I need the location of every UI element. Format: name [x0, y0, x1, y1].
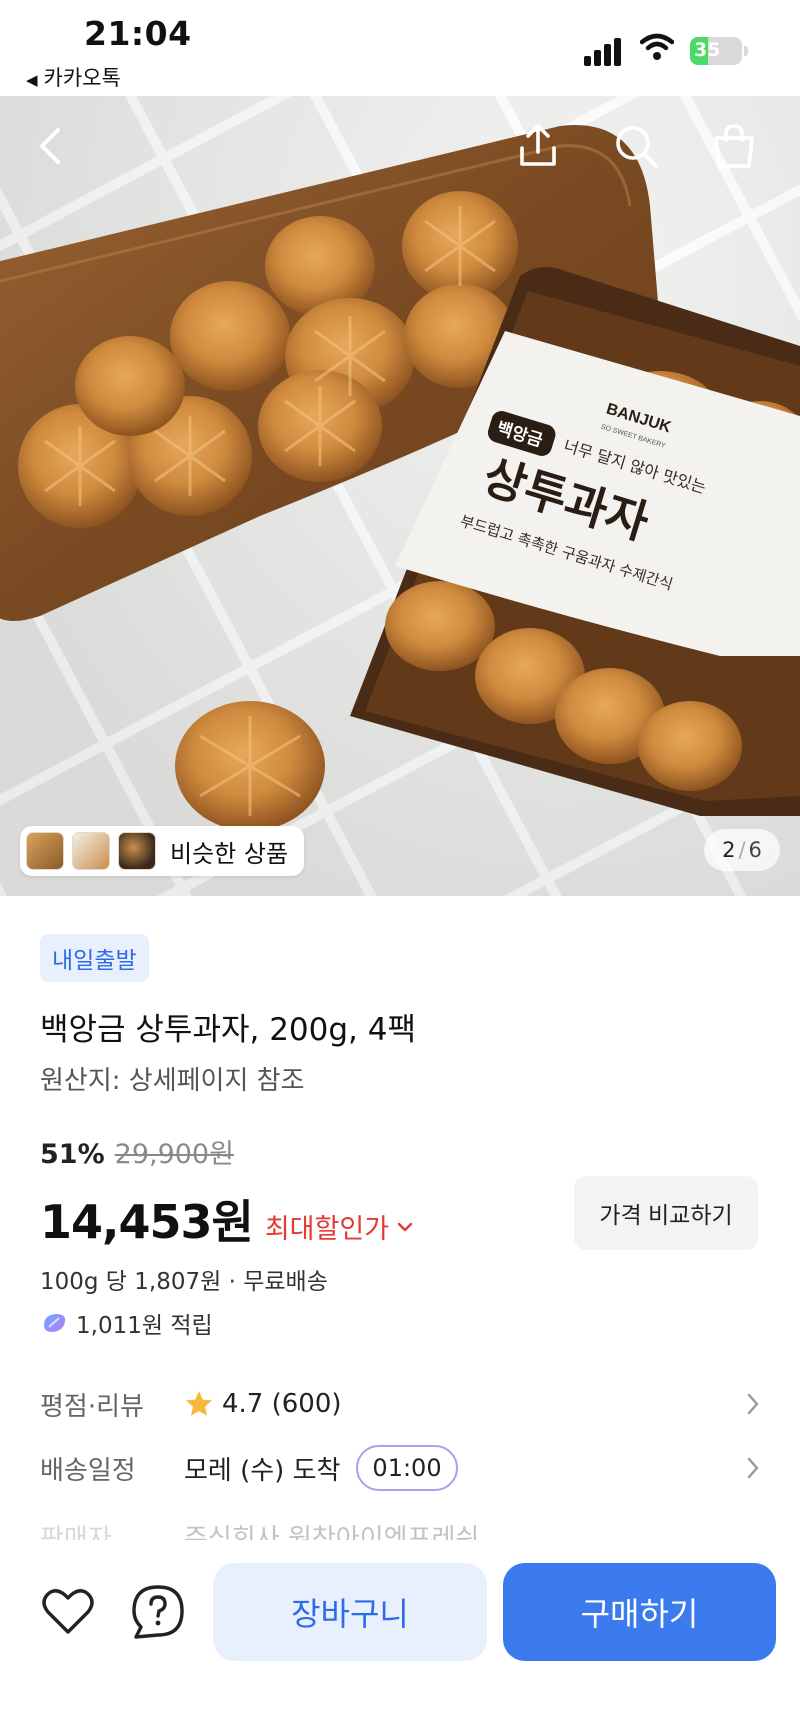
chevron-right-icon	[747, 1393, 759, 1415]
price-row: 14,453원 최대할인가	[40, 1186, 413, 1252]
add-to-cart-button[interactable]: 장바구니	[213, 1563, 487, 1661]
image-page-counter: 2 / 6	[704, 829, 780, 871]
status-bar: 21:04 ◀ 카카오톡 35	[0, 0, 800, 96]
search-icon	[616, 126, 658, 168]
chevron-right-icon	[747, 1457, 759, 1479]
max-discount-toggle[interactable]: 최대할인가	[265, 1207, 413, 1246]
cellular-signal-icon	[584, 36, 626, 66]
points-icon	[44, 1314, 66, 1332]
similar-products-label: 비슷한 상품	[170, 839, 289, 868]
product-title: 백앙금 상투과자, 200g, 4팩	[40, 1012, 416, 1048]
cart-icon-button[interactable]	[706, 118, 762, 174]
discount-row: 51% 29,900원	[40, 1132, 234, 1171]
inquiry-button[interactable]	[128, 1582, 188, 1642]
rating-review-row[interactable]: 평점·리뷰 4.7 (600)	[40, 1378, 760, 1430]
search-button[interactable]	[608, 118, 664, 174]
buy-now-button[interactable]: 구매하기	[503, 1563, 776, 1661]
question-bubble-icon	[132, 1585, 184, 1639]
wifi-icon	[640, 33, 674, 60]
similar-thumb	[26, 832, 64, 870]
status-time: 21:04	[84, 14, 192, 53]
chevron-left-icon	[40, 128, 60, 164]
share-button[interactable]	[510, 118, 566, 174]
product-origin: 원산지: 상세페이지 참조	[40, 1066, 305, 1096]
star-icon	[186, 1391, 212, 1416]
shipping-badge: 내일출발	[40, 934, 149, 982]
original-price: 29,900원	[114, 1139, 234, 1170]
product-image-carousel[interactable]: BANJUK SO SWEET BAKERY 백앙금 너무 달지 않아 맛있는 …	[0, 96, 800, 896]
page-separator: /	[738, 838, 746, 862]
delivery-label: 배송일정	[40, 1455, 136, 1486]
battery-level: 35	[694, 39, 721, 61]
unit-price-shipping: 100g 당 1,807원 · 무료배송	[40, 1269, 328, 1295]
shopping-bag-icon	[714, 124, 754, 168]
delivery-value: 모레 (수) 도착	[184, 1455, 341, 1486]
page-current: 2	[722, 838, 736, 862]
discount-percent: 51%	[40, 1139, 105, 1170]
page-total: 6	[748, 838, 762, 862]
reward-points: 1,011원 적립	[40, 1306, 213, 1340]
delivery-countdown: 01:00	[356, 1445, 458, 1491]
rating-label: 평점·리뷰	[40, 1391, 144, 1422]
wishlist-button[interactable]	[38, 1582, 98, 1642]
max-discount-label: 최대할인가	[264, 1214, 390, 1245]
reward-points-text: 1,011원 적립	[76, 1313, 213, 1339]
back-triangle-icon: ◀	[26, 71, 38, 89]
chevron-down-icon	[397, 1222, 413, 1231]
share-icon	[520, 124, 556, 166]
similar-thumb	[118, 832, 156, 870]
product-photo: BANJUK SO SWEET BAKERY 백앙금 너무 달지 않아 맛있는 …	[0, 125, 800, 831]
battery-icon: 35	[690, 37, 748, 65]
rating-value: 4.7 (600)	[222, 1389, 342, 1419]
heart-icon	[42, 1589, 94, 1634]
back-to-app-link[interactable]: ◀ 카카오톡	[26, 62, 121, 92]
compare-price-button[interactable]: 가격 비교하기	[574, 1176, 758, 1250]
back-app-label: 카카오톡	[43, 66, 121, 90]
sale-price: 14,453원	[40, 1195, 254, 1249]
back-button[interactable]	[24, 118, 80, 174]
delivery-schedule-row[interactable]: 배송일정 모레 (수) 도착 01:00	[40, 1442, 760, 1494]
similar-products-chip[interactable]: 비슷한 상품	[20, 826, 305, 876]
bottom-action-bar: 장바구니 구매하기	[0, 1540, 800, 1731]
similar-thumb	[72, 832, 110, 870]
